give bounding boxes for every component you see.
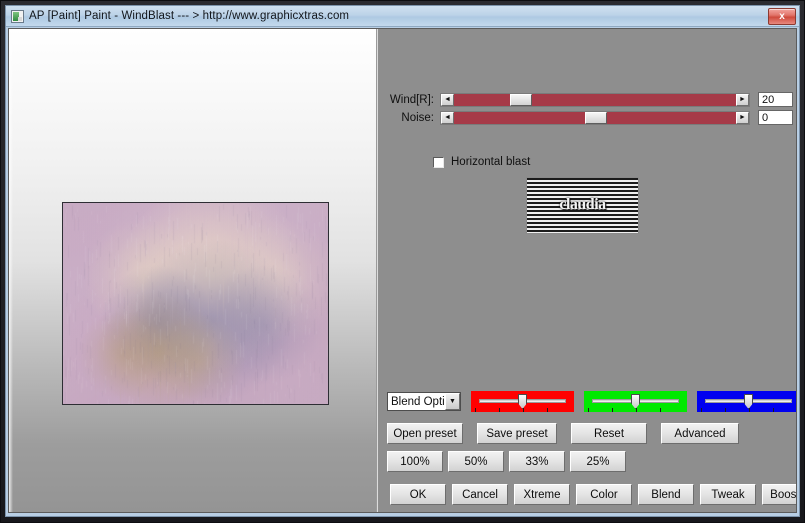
noise-slider-left-arrow-icon[interactable]: ◄ bbox=[441, 112, 454, 124]
wind-slider-left-arrow-icon[interactable]: ◄ bbox=[441, 94, 454, 106]
button-open-preset[interactable]: Open preset bbox=[387, 423, 463, 444]
green-channel-slider[interactable] bbox=[584, 391, 687, 412]
screenshot-root: AP [Paint] Paint - WindBlast --- > http:… bbox=[0, 0, 805, 523]
chevron-down-icon[interactable]: ▼ bbox=[445, 393, 460, 410]
title-bar: AP [Paint] Paint - WindBlast --- > http:… bbox=[6, 6, 799, 27]
button-blend[interactable]: Blend bbox=[638, 484, 694, 505]
noise-value-field[interactable]: 0 bbox=[758, 110, 793, 125]
button-ok[interactable]: OK bbox=[390, 484, 446, 505]
preset-buttons-row: Open preset Save preset Reset Advanced bbox=[387, 423, 753, 444]
thumbnail-preview[interactable]: claudia bbox=[526, 177, 639, 234]
button-50[interactable]: 50% bbox=[448, 451, 504, 472]
button-33[interactable]: 33% bbox=[509, 451, 565, 472]
button-25[interactable]: 25% bbox=[570, 451, 626, 472]
red-slider-ticks bbox=[475, 408, 570, 412]
window-inner: AP [Paint] Paint - WindBlast --- > http:… bbox=[5, 5, 800, 517]
wind-value-field[interactable]: 20 bbox=[758, 92, 793, 107]
blue-slider-ticks bbox=[701, 408, 796, 412]
blue-channel-slider[interactable] bbox=[697, 391, 797, 412]
wind-slider-row: Wind[R]: ◄ ► 20 bbox=[380, 92, 793, 107]
blend-options-value: Blend Opti bbox=[391, 396, 445, 408]
blend-options-row: Blend Opti ▼ bbox=[387, 391, 797, 412]
thumbnail-word: claudia bbox=[527, 196, 638, 214]
horizontal-blast-checkbox-row[interactable]: Horizontal blast bbox=[433, 156, 530, 168]
image-preview[interactable] bbox=[62, 202, 329, 405]
preview-pane bbox=[9, 29, 377, 512]
wind-slider-right-arrow-icon[interactable]: ► bbox=[736, 94, 749, 106]
button-reset[interactable]: Reset bbox=[571, 423, 647, 444]
wind-slider-label: Wind[R]: bbox=[380, 94, 434, 106]
client-area: Wind[R]: ◄ ► 20 Noise: ◄ ► 0 Horizontal … bbox=[8, 28, 797, 513]
red-channel-slider[interactable] bbox=[471, 391, 574, 412]
button-color[interactable]: Color bbox=[576, 484, 632, 505]
close-icon[interactable]: x bbox=[768, 8, 796, 25]
app-image-icon bbox=[11, 10, 24, 23]
green-slider-thumb[interactable] bbox=[631, 394, 640, 409]
wind-slider-track[interactable]: ◄ ► bbox=[440, 93, 750, 107]
blue-slider-thumb[interactable] bbox=[744, 394, 753, 409]
controls-pane: Wind[R]: ◄ ► 20 Noise: ◄ ► 0 Horizontal … bbox=[378, 29, 796, 512]
button-tweak[interactable]: Tweak bbox=[700, 484, 756, 505]
window-title: AP [Paint] Paint - WindBlast --- > http:… bbox=[29, 10, 349, 22]
noise-slider-track[interactable]: ◄ ► bbox=[440, 111, 750, 125]
noise-slider-label: Noise: bbox=[380, 112, 434, 124]
button-save-preset[interactable]: Save preset bbox=[477, 423, 557, 444]
noise-slider-thumb[interactable] bbox=[585, 112, 607, 124]
wind-slider-thumb[interactable] bbox=[510, 94, 532, 106]
noise-slider-right-arrow-icon[interactable]: ► bbox=[736, 112, 749, 124]
button-cancel[interactable]: Cancel bbox=[452, 484, 508, 505]
zoom-preset-buttons-row: 100% 50% 33% 25% bbox=[387, 451, 631, 472]
image-preview-canvas bbox=[63, 203, 329, 405]
noise-slider-row: Noise: ◄ ► 0 bbox=[380, 110, 793, 125]
blend-options-dropdown[interactable]: Blend Opti ▼ bbox=[387, 392, 461, 411]
button-xtreme[interactable]: Xtreme bbox=[514, 484, 570, 505]
button-100[interactable]: 100% bbox=[387, 451, 443, 472]
horizontal-blast-label: Horizontal blast bbox=[451, 156, 530, 168]
bottom-bar: OK Cancel Xtreme Color Blend Tweak Booster bbox=[378, 479, 796, 512]
button-advanced[interactable]: Advanced bbox=[661, 423, 739, 444]
bottom-buttons-row: OK Cancel Xtreme Color Blend Tweak Booster bbox=[390, 484, 797, 505]
button-booster[interactable]: Booster bbox=[762, 484, 797, 505]
horizontal-blast-checkbox[interactable] bbox=[433, 157, 444, 168]
green-slider-ticks bbox=[588, 408, 683, 412]
red-slider-thumb[interactable] bbox=[518, 394, 527, 409]
window-frame: AP [Paint] Paint - WindBlast --- > http:… bbox=[0, 0, 805, 523]
